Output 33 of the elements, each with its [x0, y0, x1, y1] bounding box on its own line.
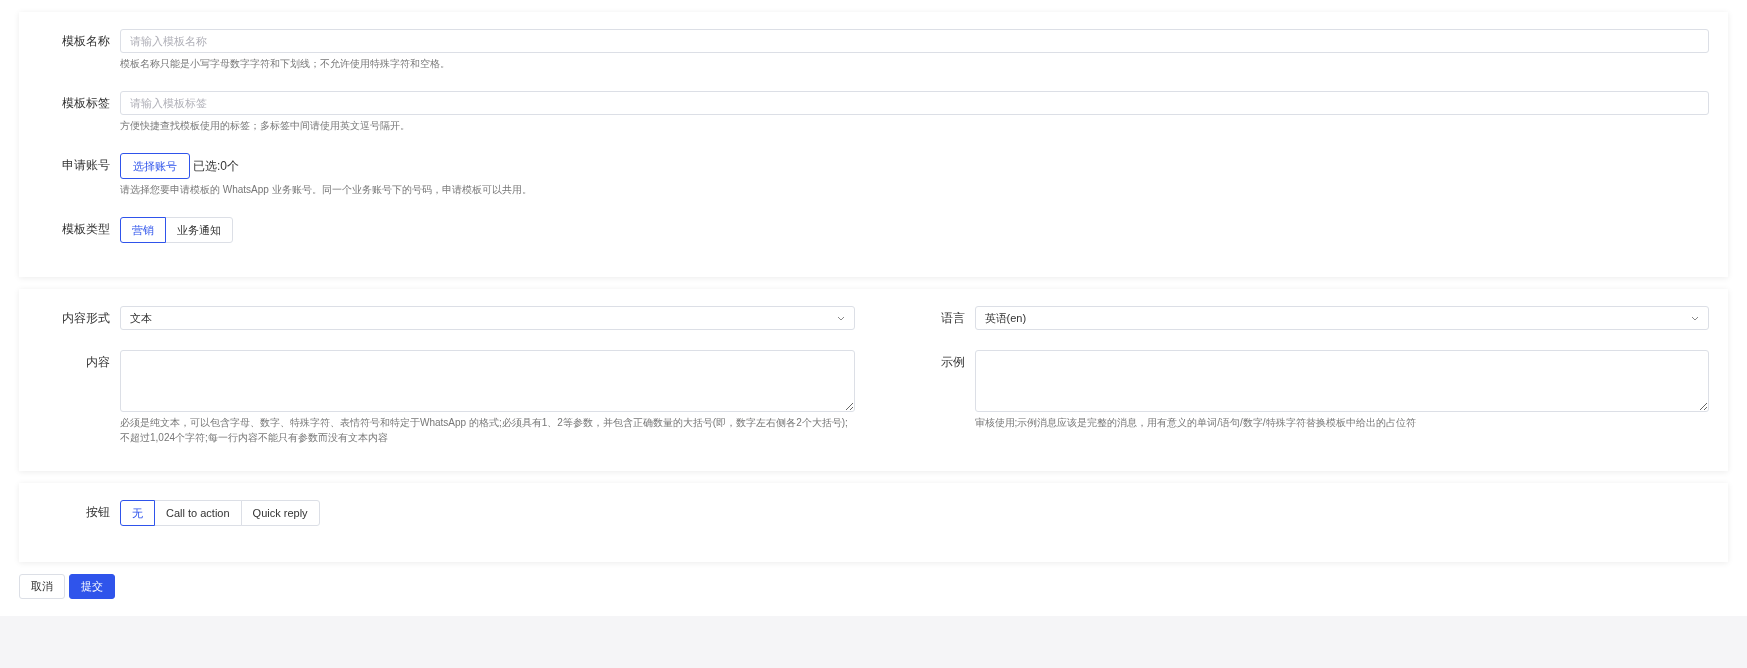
field-label: 内容 — [85, 354, 111, 371]
field-label: 模板类型 — [61, 221, 111, 238]
select-value: 文本 — [130, 310, 152, 326]
option-button[interactable]: 无 — [120, 500, 155, 526]
selected-count: 已选:0个 — [193, 157, 239, 175]
option-button[interactable]: Call to action — [154, 500, 242, 526]
field-label: 模板名称 — [61, 33, 111, 50]
hint-text: 方便快捷查找模板使用的标签；多标签中间请使用英文逗号隔开。 — [120, 119, 411, 133]
text-field[interactable]: 请输入模板标签 — [120, 91, 1709, 115]
hint-text: 必须是纯文本，可以包含字母、数字、特殊字符、表情符号和特定于WhatsApp 的格式;必须具有1、2等参数，并包含正确数量的大括号(即，数字左右侧各2个大括号);不超过1,024个字符;每一行内容不能只有参数而没有文本内容 — [120, 416, 849, 445]
chevron-down-icon — [836, 315, 845, 321]
field-label: 按钮 — [85, 504, 111, 521]
text-area[interactable] — [120, 350, 855, 412]
option-button[interactable]: Quick reply — [240, 500, 320, 526]
select-account-button[interactable]: 选择账号 — [120, 153, 190, 179]
hint-text: 审核使用;示例消息应该是完整的消息，用有意义的单词/语句/数字/特殊字符替换模板中给出的占位符 — [974, 416, 1417, 430]
field-label: 语言 — [939, 310, 966, 327]
select-field[interactable]: 英语(en) — [974, 306, 1709, 330]
option-button[interactable]: 营销 — [120, 217, 166, 243]
text-field[interactable]: 请输入模板名称 — [120, 29, 1709, 53]
text-area[interactable] — [974, 350, 1709, 412]
hint-text: 模板名称只能是小写字母数字字符和下划线；不允许使用特殊字符和空格。 — [120, 57, 451, 71]
field-label: 内容形式 — [61, 310, 111, 327]
field-label: 申请账号 — [61, 157, 111, 174]
cancel-button[interactable]: 取消 — [19, 574, 65, 599]
field-label: 模板标签 — [61, 95, 111, 112]
hint-text: 请选择您要申请模板的 WhatsApp 业务账号。同一个业务账号下的号码，申请模板可以共用。 — [120, 183, 533, 197]
select-field[interactable]: 文本 — [120, 306, 855, 330]
select-value: 英语(en) — [984, 310, 1027, 326]
chevron-down-icon — [1691, 315, 1699, 321]
field-label: 示例 — [939, 354, 966, 371]
option-button[interactable]: 业务通知 — [165, 217, 233, 243]
submit-button[interactable]: 提交 — [69, 574, 115, 599]
